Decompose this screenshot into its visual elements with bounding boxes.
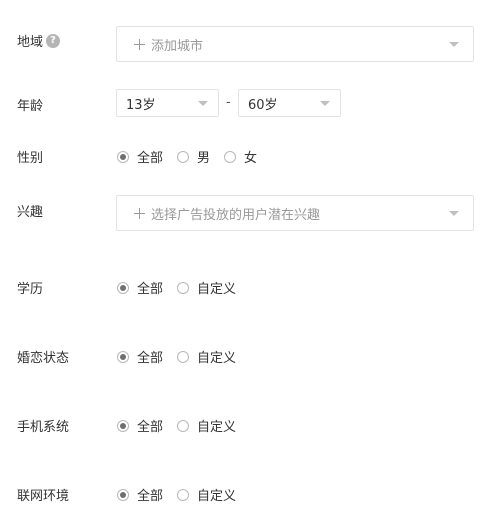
chevron-down-icon [320, 101, 330, 106]
radio-unchecked-icon[interactable] [177, 350, 190, 363]
interest-select[interactable]: 选择广告投放的用户潜在兴趣 [116, 195, 474, 231]
marital-option-custom[interactable]: 自定义 [177, 347, 236, 366]
education-option-all-label: 全部 [137, 282, 164, 297]
gender-option-all[interactable]: 全部 [117, 147, 163, 166]
os-option-all[interactable]: 全部 [117, 416, 163, 435]
plus-icon [134, 38, 145, 50]
os-option-custom[interactable]: 自定义 [177, 416, 236, 435]
radio-unchecked-icon[interactable] [177, 419, 190, 432]
radio-unchecked-icon[interactable] [224, 150, 237, 163]
radio-unchecked-icon[interactable] [177, 488, 190, 501]
gender-option-male-label: 男 [197, 151, 211, 166]
network-label: 联网环境 [17, 489, 70, 504]
education-radio-group: 全部 自定义 [117, 278, 250, 297]
age-separator: - [226, 95, 231, 110]
radio-checked-icon[interactable] [117, 350, 129, 363]
age-max-select[interactable]: 60岁 [238, 89, 341, 117]
education-label: 学历 [17, 282, 44, 297]
age-min-select[interactable]: 13岁 [116, 89, 219, 117]
region-label-wrap: 地域 ? [17, 31, 61, 50]
radio-checked-icon[interactable] [117, 488, 129, 501]
marital-label: 婚恋状态 [17, 351, 70, 366]
os-option-custom-label: 自定义 [197, 420, 237, 435]
chevron-down-icon [449, 211, 459, 216]
interest-label: 兴趣 [17, 205, 44, 220]
chevron-down-icon [449, 42, 459, 47]
gender-option-female-label: 女 [244, 151, 258, 166]
age-min-value: 13岁 [126, 97, 156, 113]
education-option-custom-label: 自定义 [197, 282, 237, 297]
radio-checked-icon[interactable] [117, 419, 129, 432]
os-radio-group: 全部 自定义 [117, 416, 250, 435]
age-label: 年龄 [17, 99, 44, 114]
marital-option-custom-label: 自定义 [197, 351, 237, 366]
gender-label: 性别 [17, 151, 44, 166]
gender-radio-group: 全部 男 女 [117, 147, 271, 166]
interest-placeholder: 选择广告投放的用户潜在兴趣 [151, 207, 321, 223]
marital-option-all-label: 全部 [137, 351, 164, 366]
region-placeholder: 添加城市 [151, 38, 204, 54]
marital-radio-group: 全部 自定义 [117, 347, 250, 366]
network-option-all-label: 全部 [137, 489, 164, 504]
gender-option-all-label: 全部 [137, 151, 164, 166]
chevron-down-icon [198, 101, 208, 106]
radio-unchecked-icon[interactable] [177, 281, 190, 294]
region-label: 地域 [17, 35, 44, 50]
help-icon[interactable]: ? [46, 33, 61, 48]
gender-option-female[interactable]: 女 [224, 147, 257, 166]
radio-unchecked-icon[interactable] [177, 150, 190, 163]
network-option-custom[interactable]: 自定义 [177, 485, 236, 504]
gender-option-male[interactable]: 男 [177, 147, 210, 166]
education-option-custom[interactable]: 自定义 [177, 278, 236, 297]
network-option-all[interactable]: 全部 [117, 485, 163, 504]
radio-checked-icon[interactable] [117, 150, 129, 163]
age-max-value: 60岁 [248, 97, 278, 113]
region-select[interactable]: 添加城市 [116, 26, 474, 62]
radio-checked-icon[interactable] [117, 281, 129, 294]
marital-option-all[interactable]: 全部 [117, 347, 163, 366]
network-radio-group: 全部 自定义 [117, 485, 250, 504]
os-label: 手机系统 [17, 420, 70, 435]
education-option-all[interactable]: 全部 [117, 278, 163, 297]
network-option-custom-label: 自定义 [197, 489, 237, 504]
os-option-all-label: 全部 [137, 420, 164, 435]
plus-icon [134, 207, 145, 219]
